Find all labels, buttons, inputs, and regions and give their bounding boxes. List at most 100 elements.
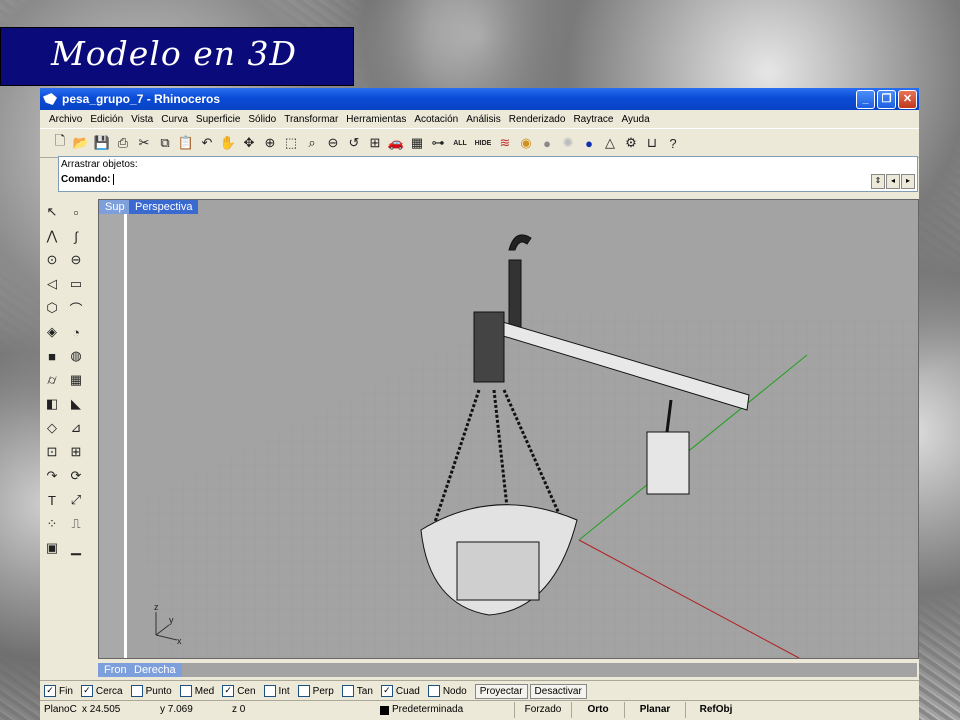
osnap-med[interactable]: Med [179, 685, 214, 697]
minimize-button[interactable]: _ [856, 89, 875, 109]
menu-herramientas[interactable]: Herramientas [342, 114, 410, 125]
osnap-perp-checkbox[interactable] [297, 685, 310, 697]
menu-raytrace[interactable]: Raytrace [569, 114, 617, 125]
osnap-tan-checkbox[interactable] [341, 685, 354, 697]
help-icon[interactable]: ? [663, 133, 683, 153]
flatten-icon[interactable]: ▁ [66, 538, 86, 558]
menu-edicion[interactable]: Edición [86, 114, 127, 125]
window-titlebar[interactable]: pesa_grupo_7 - Rhinoceros _ ❐ ✕ [40, 88, 919, 110]
osnap-cuad-checkbox[interactable]: ✓ [380, 685, 393, 697]
planar-toggle[interactable]: Planar [624, 702, 685, 718]
menu-vista[interactable]: Vista [127, 114, 157, 125]
close-button[interactable]: ✕ [898, 89, 917, 109]
osnap-nodo-checkbox[interactable] [427, 685, 440, 697]
ellipse-icon[interactable]: ⊖ [66, 250, 86, 270]
select-arrow-icon[interactable]: ↖ [42, 202, 62, 222]
circle-icon[interactable]: ⊙ [42, 250, 62, 270]
osnap-punto[interactable]: Punto [130, 685, 172, 697]
cut-icon[interactable]: ✂ [134, 133, 154, 153]
pan-hand-icon[interactable]: ✋ [218, 133, 238, 153]
osnap-fin-checkbox[interactable]: ✓ [44, 685, 56, 697]
polyline-icon[interactable]: ⋀ [42, 226, 62, 246]
osnap-cen-checkbox[interactable]: ✓ [222, 685, 235, 697]
scroll-right-icon[interactable]: ▸ [901, 174, 915, 189]
viewport-label-right[interactable]: Derecha [128, 663, 182, 677]
mesh-tool-icon[interactable]: ▦ [66, 370, 86, 390]
paste-icon[interactable]: 📋 [176, 133, 196, 153]
copy-icon[interactable]: ⧉ [155, 133, 175, 153]
scale-icon[interactable]: ⤢ [66, 490, 86, 510]
menu-solido[interactable]: Sólido [244, 114, 280, 125]
osnap-int-checkbox[interactable] [263, 685, 276, 697]
osnap-int[interactable]: Int [263, 685, 290, 697]
menu-transformar[interactable]: Transformar [280, 114, 342, 125]
rotate-view-icon[interactable]: ✥ [239, 133, 259, 153]
hide-button[interactable]: HIDE [472, 133, 494, 153]
scroll-up-down-icon[interactable]: ⇕ [871, 174, 885, 189]
new-file-icon[interactable]: 🗋 [50, 133, 70, 153]
transform-icon[interactable]: ◇ [42, 418, 62, 438]
menu-analisis[interactable]: Análisis [462, 114, 504, 125]
box-solid-icon[interactable]: ■ [42, 346, 62, 366]
undo-view-icon[interactable]: ↺ [344, 133, 364, 153]
rotate-tool-icon[interactable]: ↷ [42, 466, 62, 486]
color-wheel-icon[interactable]: ◉ [516, 133, 536, 153]
white-sphere-icon[interactable]: ✺ [558, 133, 578, 153]
menu-archivo[interactable]: Archivo [45, 114, 86, 125]
layer-icon[interactable]: ⊶ [428, 133, 448, 153]
menu-acotacion[interactable]: Acotación [410, 114, 462, 125]
osnap-cerca-checkbox[interactable]: ✓ [80, 685, 93, 697]
block-icon[interactable]: ⊞ [66, 442, 86, 462]
osnap-med-checkbox[interactable] [179, 685, 192, 697]
osnap-fin[interactable]: ✓ Fin [44, 685, 73, 697]
mesh-icon[interactable]: ▦ [407, 133, 427, 153]
zoom-icon[interactable]: ⊕ [260, 133, 280, 153]
rectangle-icon[interactable]: ▭ [66, 274, 86, 294]
menu-renderizado[interactable]: Renderizado [505, 114, 570, 125]
undo-icon[interactable]: ↶ [197, 133, 217, 153]
polygon-icon[interactable]: ⬡ [42, 298, 62, 318]
project-button[interactable]: Proyectar [474, 683, 528, 699]
fillet-icon[interactable]: ◣ [66, 394, 86, 414]
curve-icon[interactable]: ∫ [66, 226, 86, 246]
osnap-perp[interactable]: Perp [297, 685, 334, 697]
menu-curva[interactable]: Curva [157, 114, 192, 125]
restore-button[interactable]: ❐ [877, 89, 896, 109]
car-render-icon[interactable]: 🚗 [386, 133, 406, 153]
cylinder-icon[interactable]: ⌭ [42, 370, 62, 390]
text-icon[interactable]: T [42, 490, 62, 510]
osnap-cerca[interactable]: ✓ Cerca [80, 685, 123, 697]
print-icon[interactable]: ⎙ [113, 133, 133, 153]
open-folder-icon[interactable]: 📂 [71, 133, 91, 153]
revolve-icon[interactable]: ◔ [66, 322, 86, 342]
surface-icon[interactable]: ◈ [42, 322, 62, 342]
layers-stack-icon[interactable]: ≋ [495, 133, 515, 153]
osnap-punto-checkbox[interactable] [130, 685, 143, 697]
gears-icon[interactable]: ⚙ [621, 133, 641, 153]
render-window-icon[interactable]: ▣ [42, 538, 62, 558]
menu-ayuda[interactable]: Ayuda [617, 114, 653, 125]
show-all-button[interactable]: ALL [449, 133, 471, 153]
command-prompt[interactable]: Comando: [61, 174, 115, 185]
array-icon[interactable]: ⊿ [66, 418, 86, 438]
zoom-extents-icon[interactable]: ⌕ [302, 133, 322, 153]
disable-button[interactable]: Desactivar [529, 683, 587, 699]
blue-sphere-icon[interactable]: ● [579, 133, 599, 153]
analysis-icon[interactable]: ⎍ [66, 514, 86, 534]
osnap-toggle[interactable]: RefObj [685, 702, 746, 718]
osnap-tan[interactable]: Tan [341, 685, 373, 697]
dimension-icon[interactable]: ⊔ [642, 133, 662, 153]
orient-icon[interactable]: ⟳ [66, 466, 86, 486]
osnap-nodo[interactable]: Nodo [427, 685, 467, 697]
group-icon[interactable]: ⊡ [42, 442, 62, 462]
perspective-viewport[interactable]: Sup Perspectiva z y x [98, 199, 919, 659]
freeform-curve-icon[interactable]: ⌒ [66, 298, 86, 318]
four-viewports-icon[interactable]: ⊞ [365, 133, 385, 153]
gray-sphere-icon[interactable]: ● [537, 133, 557, 153]
boolean-icon[interactable]: ◧ [42, 394, 62, 414]
layer-pane[interactable]: Predeterminada [376, 702, 514, 718]
zoom-window-icon[interactable]: ⬚ [281, 133, 301, 153]
command-area[interactable]: Arrastrar objetos: Comando: ⇕ ◂ ▸ [58, 156, 918, 192]
scroll-left-icon[interactable]: ◂ [886, 174, 900, 189]
osnap-cuad[interactable]: ✓ Cuad [380, 685, 420, 697]
